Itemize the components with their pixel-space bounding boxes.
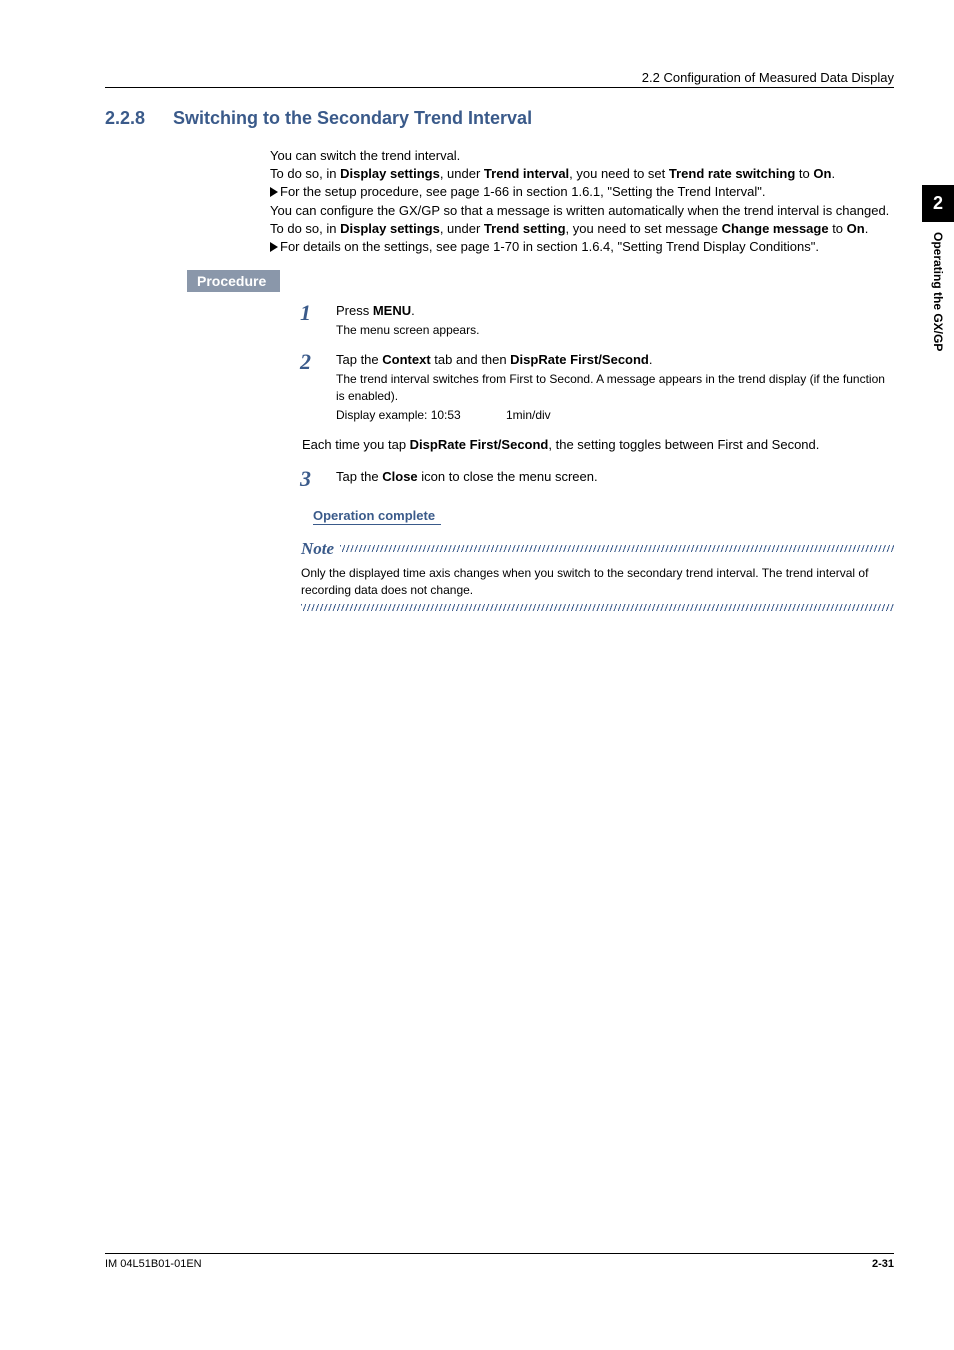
header-rule: 2.2 Configuration of Measured Data Displ…: [105, 70, 894, 88]
note-block: Note Only the displayed time axis change…: [301, 539, 894, 612]
step-sub: The menu screen appears.: [336, 322, 894, 339]
arrow-icon: [270, 242, 278, 252]
step-body: Tap the Context tab and then DispRate Fi…: [336, 351, 894, 424]
step-number: 3: [300, 468, 316, 490]
step-number: 1: [300, 302, 316, 324]
step-sub: The trend interval switches from First t…: [336, 371, 894, 405]
intro-p5: For details on the settings, see page 1-…: [270, 238, 894, 256]
step-body: Press MENU. The menu screen appears.: [336, 302, 894, 339]
arrow-icon: [270, 187, 278, 197]
footer-left: IM 04L51B01-01EN: [105, 1258, 202, 1270]
step-2: 2 Tap the Context tab and then DispRate …: [300, 351, 894, 424]
step-number: 2: [300, 351, 316, 373]
page: 2.2 Configuration of Measured Data Displ…: [0, 0, 954, 1350]
operation-complete: Operation complete: [313, 508, 441, 525]
section-heading: 2.2.8 Switching to the Secondary Trend I…: [105, 108, 894, 129]
intro-p1: You can switch the trend interval.: [270, 147, 894, 165]
note-title-row: Note: [301, 539, 894, 559]
hatch-rule-icon: [301, 604, 894, 611]
note-title: Note: [301, 539, 334, 559]
step-sub: Display example: 10:531min/div: [336, 407, 894, 424]
intro-block: You can switch the trend interval. To do…: [270, 147, 894, 256]
hatch-rule-icon: [340, 545, 894, 552]
procedure-label: Procedure: [187, 270, 280, 292]
side-tab: 2 Operating the GX/GP: [922, 185, 954, 361]
mid-note: Each time you tap DispRate First/Second,…: [302, 436, 862, 454]
intro-p4: You can configure the GX/GP so that a me…: [270, 202, 894, 238]
running-header: 2.2 Configuration of Measured Data Displ…: [105, 70, 894, 85]
intro-p2: To do so, in Display settings, under Tre…: [270, 165, 894, 183]
footer: IM 04L51B01-01EN 2-31: [105, 1253, 894, 1270]
intro-p3: For the setup procedure, see page 1-66 i…: [270, 183, 894, 201]
step-body: Tap the Close icon to close the menu scr…: [336, 468, 894, 486]
section-number: 2.2.8: [105, 108, 155, 129]
side-chapter-number: 2: [922, 185, 954, 222]
footer-page-number: 2-31: [872, 1258, 894, 1270]
step-1: 1 Press MENU. The menu screen appears.: [300, 302, 894, 339]
side-chapter-label: Operating the GX/GP: [931, 222, 945, 361]
note-body: Only the displayed time axis changes whe…: [301, 565, 894, 601]
section-title: Switching to the Secondary Trend Interva…: [173, 108, 532, 129]
step-3: 3 Tap the Close icon to close the menu s…: [300, 468, 894, 490]
